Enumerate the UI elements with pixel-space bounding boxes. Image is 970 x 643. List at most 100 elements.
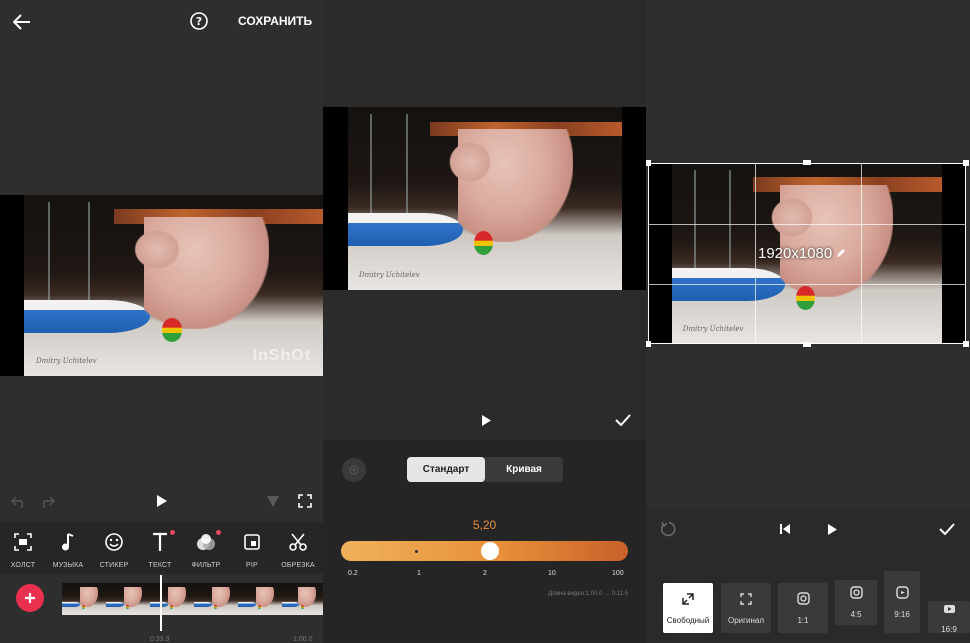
scale-label: 2 <box>483 570 487 577</box>
scale-label: 1 <box>417 570 421 577</box>
crop-handle[interactable] <box>646 160 651 166</box>
resolution-label[interactable]: 1920x1080 <box>758 245 846 262</box>
speed-mode-tabs: Стандарт Кривая <box>407 457 563 482</box>
ratio-1-1[interactable]: 1:1 <box>778 583 828 633</box>
play-icon[interactable] <box>823 520 841 538</box>
svg-text:?: ? <box>196 15 202 28</box>
timeline-thumb <box>106 583 150 615</box>
tool-text[interactable]: ТЕКСТ <box>137 530 183 569</box>
ratio-9-16[interactable]: 9:16 <box>884 571 920 633</box>
tool-label: PIP <box>246 562 258 569</box>
tool-label: СТИКЕР <box>99 562 129 569</box>
speed-panel: Dmitry Uchitelev Стандарт Кривая 5,20 0.… <box>323 0 646 643</box>
total-time: 1:00.0 <box>293 636 313 643</box>
crop-panel: Dmitry Uchitelev 1920x1080 Свободный Ори… <box>646 0 970 643</box>
new-badge <box>216 530 221 535</box>
timeline-thumb <box>150 583 194 615</box>
play-icon[interactable] <box>478 411 494 429</box>
skip-start-icon[interactable] <box>776 520 794 538</box>
crop-handle[interactable] <box>646 341 651 347</box>
scale-label: 0.2 <box>348 570 358 577</box>
current-time: 0:33.9 <box>150 636 170 643</box>
slider-knob[interactable] <box>480 542 499 560</box>
crop-handle[interactable] <box>803 160 811 165</box>
tool-canvas[interactable]: ХОЛСТ <box>0 530 46 569</box>
text-icon <box>137 530 183 554</box>
timeline-thumb <box>62 583 106 615</box>
video-preview[interactable]: Dmitry Uchitelev <box>323 107 646 290</box>
timeline-thumb <box>238 583 282 615</box>
confirm-check-icon[interactable] <box>613 410 633 430</box>
back-arrow-icon[interactable] <box>8 8 36 36</box>
tool-sticker[interactable]: СТИКЕР <box>91 530 137 569</box>
tool-music[interactable]: МУЗЫКА <box>45 530 91 569</box>
scale-label: 10 <box>548 570 556 577</box>
video-frame: Dmitry Uchitelev InShOt <box>24 195 323 376</box>
tool-label: ФИЛЬТР <box>191 562 221 569</box>
crop-handle[interactable] <box>803 342 811 347</box>
ratio-original[interactable]: Оригинал <box>721 583 771 633</box>
instagram-icon <box>796 591 810 610</box>
save-button[interactable]: СОХРАНИТЬ <box>238 14 312 28</box>
speed-value: 5,20 <box>472 518 497 532</box>
timeline-thumb <box>282 583 323 615</box>
tool-label: ТЕКСТ <box>148 562 172 569</box>
crop-handle[interactable] <box>963 160 969 166</box>
speed-slider[interactable] <box>341 541 628 561</box>
editor-panel: ? СОХРАНИТЬ Dmitry Uchitelev InShOt ХОЛС… <box>0 0 323 643</box>
music-icon <box>45 530 91 554</box>
pip-icon <box>229 530 275 554</box>
tool-label: ОБРЕЗКА <box>281 562 315 569</box>
play-icon[interactable] <box>153 492 171 510</box>
confirm-check-icon[interactable] <box>937 519 957 539</box>
youtube-icon <box>943 601 956 619</box>
ratio-label: 9:16 <box>894 609 910 619</box>
redo-icon[interactable] <box>38 494 56 510</box>
reels-icon <box>895 585 909 604</box>
ratio-4-5[interactable]: 4:5 <box>835 580 877 625</box>
reset-icon[interactable] <box>659 519 679 539</box>
undo-icon[interactable] <box>10 494 28 510</box>
scissors-icon <box>275 530 321 554</box>
fullscreen-icon[interactable] <box>296 492 314 510</box>
tab-curve[interactable]: Кривая <box>485 457 563 482</box>
crop-preview[interactable]: Dmitry Uchitelev 1920x1080 <box>646 160 969 347</box>
video-preview[interactable]: Dmitry Uchitelev InShOt <box>0 195 323 376</box>
scale-label: 100 <box>612 570 624 577</box>
instagram-icon <box>849 586 863 604</box>
ratio-label: Свободный <box>666 615 710 625</box>
duration-text: Длина видео:1:00.0 → 0:11.5 <box>548 591 628 597</box>
slider-marker <box>415 550 418 553</box>
edit-pencil-icon <box>836 245 846 262</box>
crop-handle[interactable] <box>963 341 969 347</box>
ratio-free[interactable]: Свободный <box>663 583 713 633</box>
tool-label: МУЗЫКА <box>52 562 84 569</box>
tool-label: ХОЛСТ <box>10 562 36 569</box>
keyframe-icon[interactable] <box>264 492 282 510</box>
canvas-icon <box>0 530 46 554</box>
tool-trim[interactable]: ОБРЕЗКА <box>275 530 321 569</box>
ratio-label: 4:5 <box>850 610 862 619</box>
voice-toggle-icon[interactable] <box>342 458 366 482</box>
watermark[interactable]: InShOt <box>253 347 311 365</box>
signature-text: Dmitry Uchitelev <box>35 357 97 366</box>
timeline-thumb <box>194 583 238 615</box>
tool-pip[interactable]: PIP <box>229 530 275 569</box>
original-crop-icon <box>740 592 752 610</box>
tool-filter[interactable]: ФИЛЬТР <box>183 530 229 569</box>
signature-text: Dmitry Uchitelev <box>358 271 420 280</box>
resolution-text: 1920x1080 <box>758 245 833 262</box>
timeline-strip[interactable] <box>62 583 323 615</box>
help-icon[interactable]: ? <box>188 10 210 32</box>
new-badge <box>170 530 175 535</box>
tab-standard[interactable]: Стандарт <box>407 457 485 482</box>
filter-icon <box>183 530 229 554</box>
ratio-label: 1:1 <box>797 615 809 625</box>
ratio-label: Оригинал <box>727 615 765 625</box>
ratio-label: 16:9 <box>941 624 957 634</box>
free-crop-icon <box>682 592 694 610</box>
add-clip-button[interactable] <box>16 584 44 612</box>
playhead[interactable] <box>160 575 162 631</box>
sticker-icon <box>91 530 137 554</box>
ratio-16-9[interactable]: 16:9 <box>928 601 970 634</box>
